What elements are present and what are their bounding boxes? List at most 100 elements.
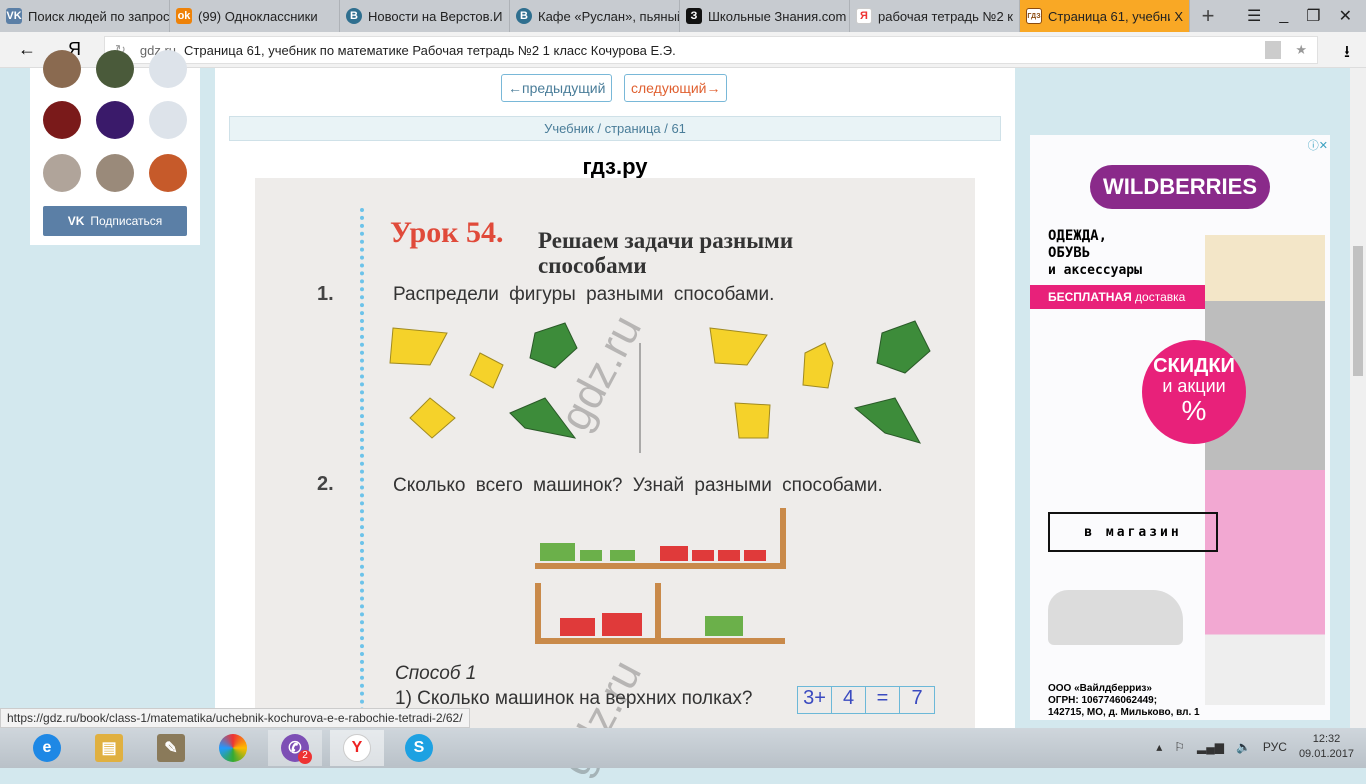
ad-text: ОГРН: 1067746062449; [1048, 695, 1158, 706]
ad-text: ОБУВЬ [1048, 245, 1091, 261]
prev-button[interactable]: ←предыдущий [501, 74, 613, 102]
download-icon[interactable]: ⭳ [1344, 39, 1350, 68]
textbook-page-image: Урок 54. Решаем задачи разными способами… [255, 178, 975, 783]
avatar[interactable] [43, 154, 81, 192]
subscribe-label: Подписаться [90, 214, 163, 228]
taskbar-explorer[interactable]: ▤ [82, 730, 136, 766]
tab-yandex[interactable]: Ярабочая тетрадь №2 к [850, 0, 1020, 32]
ie-icon: e [33, 734, 61, 762]
tab-label: (99) Одноклассники [198, 8, 318, 24]
avatar[interactable] [149, 50, 187, 88]
tab-gdz[interactable]: ГДЗ Страница 61, учебник X [1020, 0, 1190, 32]
signal-icon[interactable]: ▂▄▆ [1197, 740, 1224, 754]
shapes-illustration [389, 320, 931, 453]
avatar[interactable] [149, 101, 187, 139]
scrollbar[interactable] [1350, 68, 1366, 728]
browser-icon [219, 734, 247, 762]
tab-label: Поиск людей по запросу [28, 8, 170, 24]
green-shape [876, 320, 931, 374]
ad-text: ООО «Вайлдберриз» [1048, 683, 1152, 694]
tab-label: Страница 61, учебник [1048, 8, 1171, 24]
main-content: ←предыдущий следующий→ Учебник / страниц… [215, 68, 1015, 783]
restore-icon[interactable]: ❐ [1306, 6, 1320, 26]
close-tab-icon[interactable]: X [1174, 9, 1183, 24]
answer-grid: 3+ 4 = 7 [797, 686, 935, 714]
vk-subscribe-button[interactable]: VK Подписаться [43, 206, 187, 236]
shop-button[interactable]: в магазин [1048, 512, 1218, 552]
taskbar-browser[interactable] [206, 730, 260, 766]
tab-label: рабочая тетрадь №2 к [878, 8, 1013, 24]
green-shape [529, 322, 578, 369]
language-indicator[interactable]: РУС [1263, 740, 1287, 754]
shoe-image [1048, 590, 1183, 645]
wildberries-ad[interactable]: ⓘ✕ WILDBERRIES ОДЕЖДА, ОБУВЬ и аксессуар… [1030, 135, 1330, 720]
close-icon[interactable]: ✕ [1339, 6, 1352, 26]
next-button[interactable]: следующий→ [624, 74, 728, 102]
ad-text: % [1181, 395, 1207, 426]
vk-icon: VK [6, 8, 22, 24]
tab-label: Школьные Знания.com [708, 8, 847, 24]
system-tray: ▴ ⚐ ▂▄▆ 🔈 РУС 12:32 09.01.2017 [1156, 732, 1354, 762]
flag-icon[interactable]: ⚐ [1174, 740, 1185, 754]
avatar[interactable] [149, 154, 187, 192]
menu-icon[interactable]: ☰ [1247, 6, 1261, 26]
tab-vk[interactable]: VK Поиск людей по запросу [0, 0, 170, 32]
status-url: https://gdz.ru/book/class-1/matematika/u… [0, 708, 470, 728]
url-input[interactable]: ↻ gdz.ru Страница 61, учебник по математ… [104, 36, 1318, 64]
skype-icon: S [405, 734, 433, 762]
notification-badge: 2 [298, 750, 312, 764]
avatar[interactable] [43, 101, 81, 139]
taskbar-skype[interactable]: S [392, 730, 446, 766]
yellow-shape [802, 342, 834, 389]
method-label: Способ 1 [395, 663, 477, 684]
sale-circle: СКИДКИ и акции % [1142, 340, 1246, 444]
scrollbar-thumb[interactable] [1353, 246, 1363, 376]
yellow-shape [709, 327, 768, 366]
bookmark-star-icon[interactable]: ★ [1295, 42, 1307, 58]
taskbar-ie[interactable]: e [20, 730, 74, 766]
volume-icon[interactable]: 🔈 [1236, 740, 1251, 754]
yellow-shape [734, 402, 771, 439]
clock[interactable]: 12:32 09.01.2017 [1299, 732, 1354, 762]
ad-text: 142715, МО, д. Мильково, вл. 1 [1048, 707, 1200, 718]
avatar[interactable] [96, 154, 134, 192]
avatar[interactable] [96, 101, 134, 139]
green-shape [853, 397, 922, 444]
task2-number: 2. [317, 473, 334, 495]
answer-cell: 7 [911, 687, 923, 709]
tab-cafe[interactable]: В Кафе «Руслан», пьяный [510, 0, 680, 32]
back-icon[interactable]: ← [18, 39, 36, 60]
yandex-browser-icon: Y [343, 734, 371, 762]
answer-cell: 4 [832, 687, 866, 713]
tray-arrow-icon[interactable]: ▴ [1156, 740, 1162, 754]
tab-ok[interactable]: ok (99) Одноклассники [170, 0, 340, 32]
minimize-icon[interactable]: _ [1279, 7, 1288, 25]
answer-cell: = [866, 687, 900, 713]
ad-text: и акции [1162, 376, 1226, 396]
dotted-margin [360, 208, 364, 728]
tab-znanija[interactable]: З Школьные Знания.com [680, 0, 850, 32]
taskbar-app[interactable]: ✎ [144, 730, 198, 766]
avatar[interactable] [96, 50, 134, 88]
tab-verstov[interactable]: В Новости на Верстов.И [340, 0, 510, 32]
yandex-icon: Я [856, 8, 872, 24]
ad-text: БЕСПЛАТНАЯ [1048, 290, 1132, 304]
breadcrumb[interactable]: Учебник / страница / 61 [229, 116, 1001, 141]
vk-icon: VK [67, 214, 85, 228]
cars-shelves-illustration [535, 508, 786, 644]
v-icon: В [346, 8, 362, 24]
time: 12:32 [1312, 733, 1341, 745]
notepad-icon: ✎ [157, 734, 185, 762]
lesson-title: Решаем задачи разными способами [538, 228, 794, 278]
tab-bar: VK Поиск людей по запросу ok (99) Одноклас… [0, 0, 1366, 32]
taskbar-yandex[interactable]: Y [330, 730, 384, 766]
brand-logo: WILDBERRIES [1090, 165, 1270, 209]
task2-text: Сколько всего машинок? Узнай разными спо… [393, 475, 883, 496]
avatar[interactable] [43, 50, 81, 88]
new-tab-button[interactable]: + [1190, 0, 1226, 32]
vk-widget: VK Подписаться [30, 50, 200, 245]
ad-info-close[interactable]: ⓘ✕ [1308, 137, 1328, 153]
protect-icon[interactable] [1265, 41, 1281, 59]
taskbar-viber[interactable]: ✆ 2 [268, 730, 322, 766]
folder-icon: ▤ [95, 734, 123, 762]
